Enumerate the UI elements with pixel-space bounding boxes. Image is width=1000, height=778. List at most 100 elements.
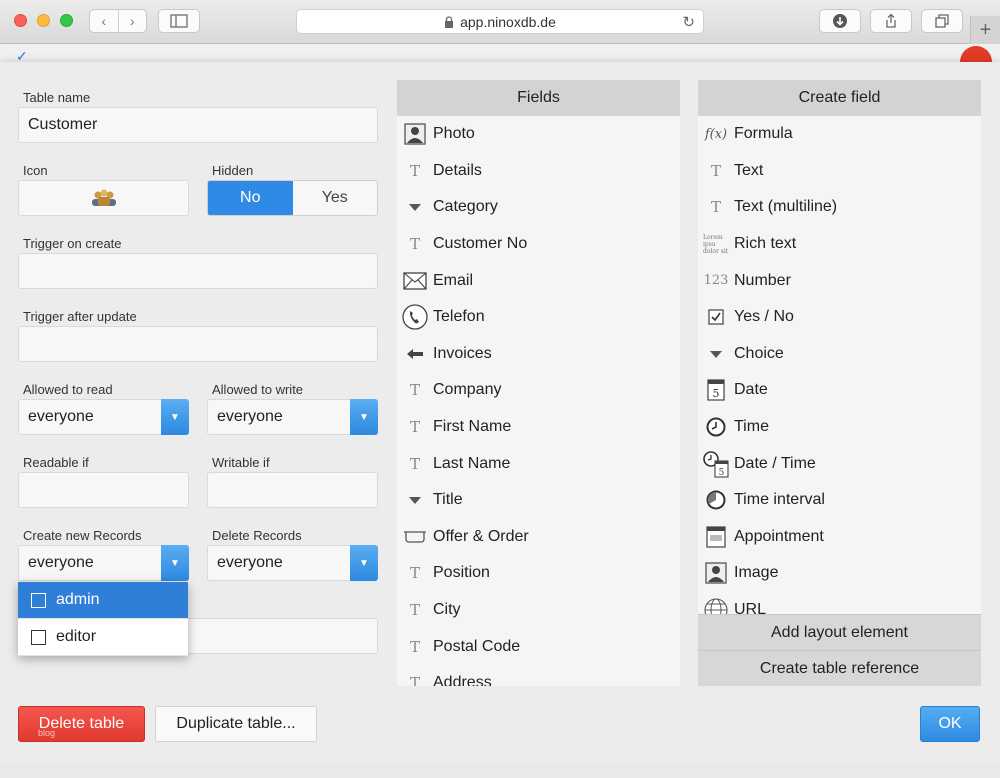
- ok-button[interactable]: OK: [920, 706, 980, 742]
- trigger-create-label: Trigger on create: [23, 236, 122, 251]
- list-item[interactable]: Image: [698, 555, 981, 592]
- list-item-label: Last Name: [433, 454, 511, 472]
- icon-picker[interactable]: [18, 180, 189, 216]
- rich-text-icon: Lorem ipsu dolor sit: [703, 233, 729, 255]
- fields-panel: Fields Photo T Details Category T Customer No…: [397, 80, 680, 686]
- readable-if-input[interactable]: [18, 472, 189, 508]
- list-item[interactable]: T Customer No: [397, 226, 680, 263]
- list-item[interactable]: T Position: [397, 555, 680, 592]
- list-item-label: Customer No: [433, 235, 528, 253]
- list-item[interactable]: Appointment: [698, 519, 981, 556]
- chevron-down-icon[interactable]: ▼: [161, 545, 189, 581]
- list-item-label: Postal Code: [433, 637, 521, 655]
- list-item-label: Text (multiline): [734, 198, 838, 216]
- list-item[interactable]: Time: [698, 409, 981, 446]
- hidden-yes-option[interactable]: Yes: [292, 181, 377, 215]
- list-item[interactable]: Category: [397, 189, 680, 226]
- tabs-overview-button[interactable]: [921, 9, 963, 33]
- list-item-label: Address: [433, 674, 492, 686]
- datetime-icon: 5: [698, 450, 734, 478]
- url-text: app.ninoxdb.de: [460, 13, 556, 30]
- text-icon: T: [710, 198, 721, 217]
- downloads-button[interactable]: [819, 9, 861, 33]
- list-item[interactable]: Offer & Order: [397, 519, 680, 556]
- list-item-label: City: [433, 601, 461, 619]
- list-item[interactable]: Email: [397, 262, 680, 299]
- list-item[interactable]: Telefon: [397, 299, 680, 336]
- list-item-label: Details: [433, 161, 482, 179]
- fields-list: Photo T Details Category T Customer No Email Te…: [397, 116, 680, 686]
- chevron-down-icon[interactable]: ▼: [350, 545, 378, 581]
- table-name-input[interactable]: Customer: [18, 107, 378, 143]
- table-name-value: Customer: [28, 116, 98, 133]
- list-item[interactable]: 5 Date: [698, 372, 981, 409]
- list-item[interactable]: Title: [397, 482, 680, 519]
- email-icon: [397, 272, 433, 290]
- list-item[interactable]: Lorem ipsu dolor sit Rich text: [698, 226, 981, 263]
- list-item[interactable]: T Company: [397, 372, 680, 409]
- create-field-header: Create field: [698, 80, 981, 116]
- table-settings-dialog: Table name Customer Icon Hidden No Yes T…: [0, 62, 1000, 762]
- share-button[interactable]: [870, 9, 912, 33]
- allowed-read-select[interactable]: everyone ▼: [18, 399, 189, 435]
- add-layout-element-button[interactable]: Add layout element: [698, 614, 981, 650]
- text-icon: T: [409, 637, 420, 656]
- hidden-no-option[interactable]: No: [208, 181, 293, 215]
- create-field-list: f(x) Formula T Text T Text (multiline) Lorem i…: [698, 116, 981, 628]
- trigger-update-input[interactable]: [18, 326, 378, 362]
- sidebar-toggle-button[interactable]: [158, 9, 200, 33]
- close-window-button[interactable]: [14, 14, 27, 27]
- role-option-editor[interactable]: editor: [18, 619, 188, 656]
- browser-toolbar: ‹ › app.ninoxdb.de ↻ +: [0, 0, 1000, 44]
- trigger-create-input[interactable]: [18, 253, 378, 289]
- list-item[interactable]: T Last Name: [397, 445, 680, 482]
- address-bar[interactable]: app.ninoxdb.de ↻: [296, 9, 704, 34]
- list-item[interactable]: Photo: [397, 116, 680, 153]
- list-item[interactable]: T Text (multiline): [698, 189, 981, 226]
- number-icon: 123: [703, 273, 729, 289]
- reload-icon[interactable]: ↻: [682, 13, 695, 31]
- list-item[interactable]: 5 Date / Time: [698, 445, 981, 482]
- back-icon[interactable]: ‹: [90, 10, 119, 32]
- delete-records-value: everyone: [217, 554, 283, 571]
- role-option-admin[interactable]: admin: [18, 582, 188, 619]
- list-item[interactable]: T Postal Code: [397, 628, 680, 665]
- allowed-write-value: everyone: [217, 408, 283, 425]
- list-item[interactable]: f(x) Formula: [698, 116, 981, 153]
- delete-records-select[interactable]: everyone ▼: [207, 545, 378, 581]
- list-item[interactable]: T Address: [397, 665, 680, 686]
- list-item-label: Time: [734, 418, 769, 436]
- list-item-label: Yes / No: [734, 308, 794, 326]
- text-icon: T: [710, 161, 721, 180]
- list-item[interactable]: T City: [397, 592, 680, 629]
- chevron-down-icon[interactable]: ▼: [350, 399, 378, 435]
- list-item[interactable]: T Details: [397, 153, 680, 190]
- readable-if-label: Readable if: [23, 455, 89, 470]
- allowed-write-select[interactable]: everyone ▼: [207, 399, 378, 435]
- svg-text:5: 5: [719, 468, 725, 478]
- list-item[interactable]: Time interval: [698, 482, 981, 519]
- list-item-label: First Name: [433, 418, 512, 436]
- forward-icon[interactable]: ›: [119, 10, 147, 32]
- reference-icon: [397, 348, 433, 360]
- list-item[interactable]: T Text: [698, 153, 981, 190]
- checkbox-icon[interactable]: [31, 592, 46, 608]
- list-item[interactable]: Choice: [698, 336, 981, 373]
- new-tab-button[interactable]: +: [970, 16, 1000, 44]
- appointment-icon: [698, 526, 734, 548]
- list-item[interactable]: Yes / No: [698, 299, 981, 336]
- create-records-select[interactable]: everyone ▼: [18, 545, 189, 581]
- chevron-down-icon[interactable]: ▼: [161, 399, 189, 435]
- list-item-label: Time interval: [734, 491, 825, 509]
- checkbox-icon[interactable]: [31, 629, 46, 645]
- zoom-window-button[interactable]: [60, 14, 73, 27]
- writable-if-input[interactable]: [207, 472, 378, 508]
- list-item[interactable]: Invoices: [397, 336, 680, 373]
- list-item-label: Position: [433, 564, 490, 582]
- duplicate-table-button[interactable]: Duplicate table...: [155, 706, 317, 742]
- minimize-window-button[interactable]: [37, 14, 50, 27]
- create-table-reference-button[interactable]: Create table reference: [698, 650, 981, 686]
- list-item[interactable]: 123 Number: [698, 262, 981, 299]
- list-item[interactable]: T First Name: [397, 409, 680, 446]
- role-option-label: admin: [56, 591, 100, 608]
